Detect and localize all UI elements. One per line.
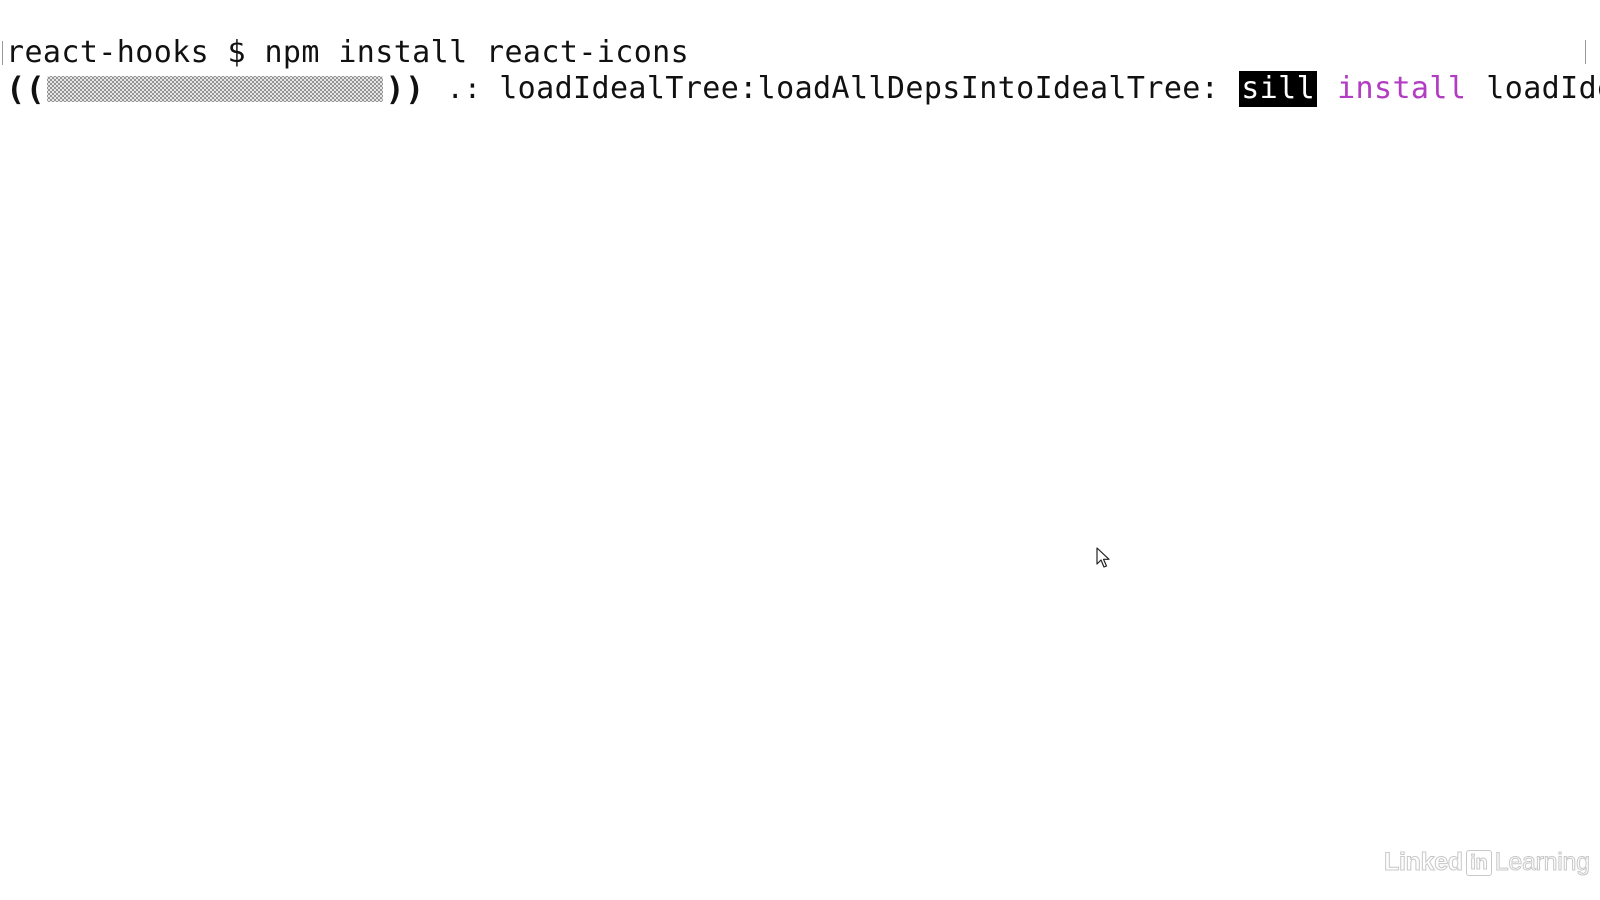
mouse-cursor-icon [1096, 547, 1110, 568]
log-detail-text: loadIde [1486, 71, 1600, 106]
watermark-learning-text: Learning [1494, 848, 1590, 877]
linkedin-logo-icon: in [1465, 849, 1492, 876]
shell-prompt: react-hooks $ [6, 35, 265, 70]
command-line: react-hooks $ npm install react-icons [6, 35, 689, 71]
left-edge-marker [2, 41, 5, 65]
progress-close-bracket: )) [385, 70, 425, 108]
typed-command: npm install react-icons [264, 35, 690, 70]
log-action-text: install [1337, 71, 1467, 106]
progress-bar [47, 76, 384, 102]
terminal-window[interactable]: react-hooks $ npm install react-icons ((… [0, 0, 1600, 900]
watermark-linked-text: Linked [1384, 848, 1464, 877]
npm-progress-line: (( )) .: loadIdealTree:loadAllDepsIntoId… [6, 71, 1600, 107]
right-edge-marker [1582, 40, 1586, 64]
npm-stage-text: loadIdealTree:loadAllDepsIntoIdealTree: [499, 71, 1220, 106]
linkedin-learning-watermark: Linked in Learning [1384, 848, 1591, 877]
progress-open-bracket: (( [6, 70, 46, 108]
log-level-badge: sill [1239, 71, 1318, 107]
spinner-icon: .: [446, 72, 482, 105]
